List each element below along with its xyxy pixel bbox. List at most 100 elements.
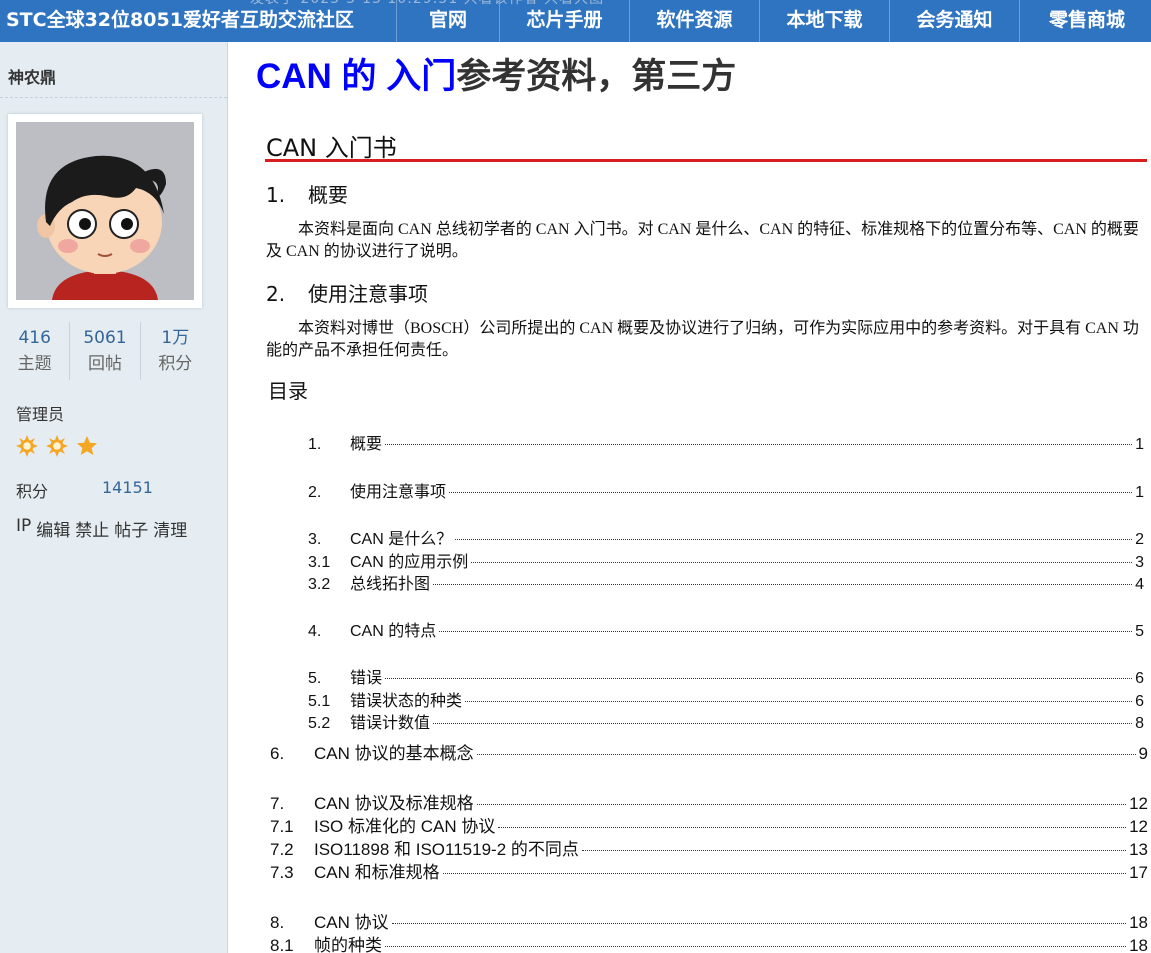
- stat-threads-value[interactable]: 416: [0, 324, 69, 352]
- nav-item-store[interactable]: 零售商城: [1019, 0, 1151, 42]
- site-brand[interactable]: STC全球32位8051爱好者互助交流社区: [6, 0, 354, 42]
- toc-entry: 4. CAN 的特点 5: [308, 617, 1144, 640]
- author-sidebar: 神农鼎 416 主题 5061 回帖 1万 积分 管理员 积分 14151 IP…: [0, 42, 228, 953]
- toc-entry-number: 3.: [308, 531, 322, 548]
- toc-leader: [581, 850, 1127, 851]
- sidebar-divider: [0, 97, 227, 98]
- post-title-rest: 参考资料，第三方: [456, 57, 737, 96]
- toc-entry-page: 13: [1129, 840, 1148, 859]
- toc-leader: [439, 631, 1133, 632]
- toc-entry: 2. 使用注意事项 1: [308, 478, 1144, 501]
- toc-leader: [465, 701, 1133, 702]
- document-title: CAN 入门书: [266, 134, 397, 162]
- toc-entry: 3.2 总线拓扑图 4: [308, 570, 1144, 593]
- toc-leader: [391, 923, 1127, 924]
- toc-leader: [476, 754, 1136, 755]
- toc-entry-page: 1: [1135, 484, 1144, 501]
- toc-entry-title: ISO 标准化的 CAN 协议: [314, 817, 496, 836]
- toc-entry-title: 使用注意事项: [350, 484, 447, 501]
- nav-menu: 官网 芯片手册 软件资源 本地下载 会务通知 零售商城: [396, 0, 1151, 42]
- toc-leader: [442, 873, 1127, 874]
- nav-item-official[interactable]: 官网: [396, 0, 499, 42]
- admin-link-edit[interactable]: 编辑: [36, 516, 70, 541]
- toc-leader: [498, 827, 1127, 828]
- points-row: 积分 14151: [16, 478, 153, 502]
- toc-entry-number: 8.1: [270, 936, 294, 953]
- toc-entry-page: 18: [1129, 913, 1148, 932]
- toc-heading: 目录: [268, 379, 308, 403]
- toc-entry-title: CAN 和标准规格: [314, 863, 440, 882]
- toc-leader: [471, 562, 1133, 563]
- stat-replies-value[interactable]: 5061: [70, 324, 139, 352]
- stat-threads-label: 主题: [17, 354, 52, 374]
- rank-stars: [16, 435, 98, 461]
- toc-entry-number: 6.: [270, 744, 285, 763]
- toc-entry-title: CAN 协议的基本概念: [314, 744, 474, 763]
- section-heading: 1. 概要: [266, 179, 348, 208]
- avatar[interactable]: [8, 114, 202, 308]
- nav-item-software[interactable]: 软件资源: [629, 0, 759, 42]
- toc-leader: [385, 444, 1133, 445]
- toc-entry: 3. CAN 是什么？ 2: [308, 525, 1144, 548]
- toc-leader: [433, 723, 1133, 724]
- user-role[interactable]: 管理员: [16, 401, 64, 425]
- stat-threads[interactable]: 416 主题: [0, 322, 71, 380]
- post-content: CAN 的 入门参考资料，第三方 CAN 入门书 1. 概要 本资料是面向 CAN…: [228, 42, 1151, 953]
- toc-entry: 5. 错误 6: [308, 664, 1144, 687]
- top-nav-bar: 发表于 2023-3-13 10:29:51 只看该作者 只看大图 STC全球3…: [0, 0, 1151, 42]
- admin-actions: IP 编辑 禁止 帖子 清理: [16, 516, 187, 541]
- toc-leader: [476, 804, 1127, 805]
- section-number: 1.: [266, 183, 286, 207]
- toc-entry: 8.1 帧的种类 18: [270, 931, 1148, 953]
- toc-entry-page: 5: [1135, 623, 1144, 640]
- toc-entry-number: 8.: [270, 913, 285, 932]
- toc-entry: 7.2 ISO11898 和 ISO11519-2 的不同点 13: [270, 835, 1148, 859]
- toc-entry-page: 1: [1135, 436, 1144, 453]
- stat-credits-value[interactable]: 1万: [141, 324, 210, 352]
- admin-link-posts[interactable]: 帖子: [114, 516, 148, 541]
- toc-entry-page: 12: [1129, 794, 1148, 813]
- toc-entry-page: 18: [1129, 936, 1148, 953]
- toc-entry-number: 1.: [308, 436, 322, 453]
- admin-link-ban[interactable]: 禁止: [75, 516, 109, 541]
- author-username[interactable]: 神农鼎: [8, 64, 56, 88]
- toc-entry-number: 5.2: [308, 715, 331, 732]
- points-value: 14151: [102, 478, 153, 497]
- toc-entry: 7.3 CAN 和标准规格 17: [270, 858, 1148, 882]
- toc-entry: 7.1 ISO 标准化的 CAN 协议 12: [270, 812, 1148, 836]
- toc-entry-page: 6: [1135, 670, 1144, 687]
- toc-entry-number: 7.: [270, 794, 285, 813]
- toc-entry: 6. CAN 协议的基本概念 9: [270, 739, 1148, 763]
- toc-entry-page: 9: [1138, 744, 1148, 763]
- title-underline-rule: [265, 159, 1147, 162]
- section-number: 2.: [266, 282, 286, 306]
- admin-link-clean[interactable]: 清理: [153, 516, 187, 541]
- toc-entry-title: CAN 是什么？: [350, 531, 453, 548]
- sun-icon: [16, 435, 38, 461]
- toc-entry-title: 错误: [350, 670, 383, 687]
- nav-item-chip-manual[interactable]: 芯片手册: [499, 0, 629, 42]
- stat-replies[interactable]: 5061 回帖: [70, 322, 141, 380]
- avatar-cartoon-icon: [16, 122, 194, 300]
- toc-entry-title: 错误计数值: [350, 715, 431, 732]
- toc-entry-page: 4: [1135, 576, 1144, 593]
- section-title: 概要: [308, 183, 348, 207]
- toc-entry-number: 7.1: [270, 817, 294, 836]
- toc-leader: [455, 539, 1133, 540]
- nav-item-download[interactable]: 本地下载: [759, 0, 889, 42]
- toc-entry-page: 12: [1129, 817, 1148, 836]
- stat-credits-label: 积分: [158, 354, 193, 374]
- toc-entry-title: 错误状态的种类: [350, 693, 463, 710]
- toc-entry-page: 2: [1135, 531, 1144, 548]
- toc-entry-title: CAN 协议: [314, 913, 389, 932]
- points-label: 积分: [16, 482, 49, 501]
- toc-entry-number: 2.: [308, 484, 322, 501]
- toc-entry: 8. CAN 协议 18: [270, 908, 1148, 932]
- nav-item-notice[interactable]: 会务通知: [889, 0, 1019, 42]
- post-title: CAN 的 入门参考资料，第三方: [256, 48, 736, 99]
- stat-credits[interactable]: 1万 积分: [141, 322, 210, 380]
- toc-entry-title: 概要: [350, 436, 383, 453]
- author-stats: 416 主题 5061 回帖 1万 积分: [0, 322, 210, 380]
- admin-link-ip[interactable]: IP: [16, 516, 31, 541]
- section-heading: 2. 使用注意事项: [266, 278, 428, 307]
